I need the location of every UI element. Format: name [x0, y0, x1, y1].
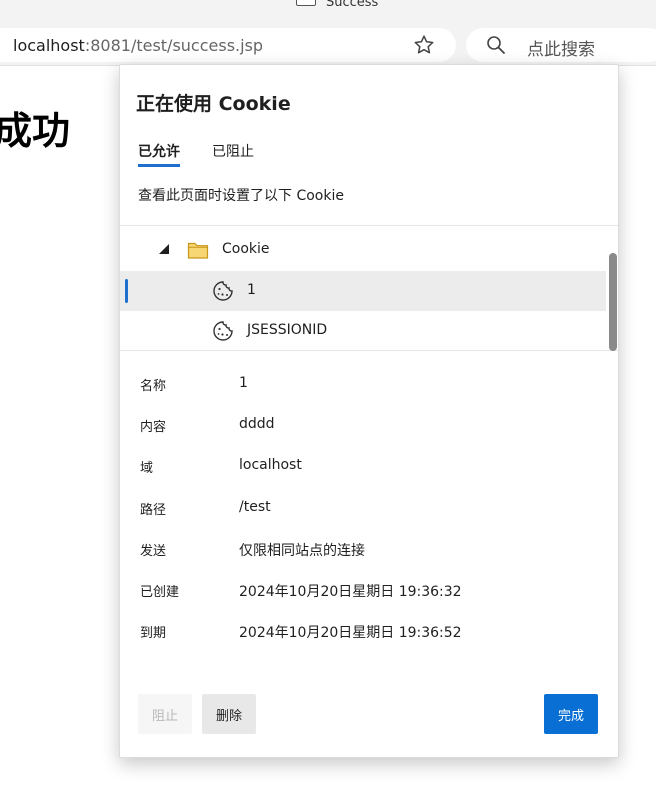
- tree-item-cookie-1[interactable]: 1: [120, 271, 606, 311]
- detail-value: 1: [239, 375, 248, 391]
- address-bar[interactable]: localhost:8081/test/success.jsp: [0, 28, 456, 62]
- detail-value: localhost: [239, 457, 302, 473]
- page-favicon-icon: [296, 0, 316, 6]
- tree-item-label: 1: [247, 282, 256, 298]
- url-host: localhost: [13, 36, 85, 55]
- delete-button[interactable]: 删除: [202, 694, 256, 734]
- detail-value: dddd: [239, 416, 275, 432]
- detail-row-created: 已创建 2024年10月20日星期日 19:36:32: [120, 581, 618, 605]
- detail-row-content: 内容 dddd: [120, 416, 618, 440]
- detail-value: 2024年10月20日星期日 19:36:52: [239, 625, 462, 641]
- detail-label: 路径: [140, 503, 167, 518]
- tab-blocked[interactable]: 已阻止: [212, 141, 254, 164]
- folder-icon: [187, 242, 209, 259]
- tree-item-label: JSESSIONID: [247, 322, 328, 338]
- detail-value: 2024年10月20日星期日 19:36:32: [239, 584, 462, 600]
- detail-label: 到期: [140, 626, 167, 641]
- cookie-tree: Cookie 1 JSESSIONID: [120, 225, 618, 351]
- selection-indicator: [125, 279, 128, 303]
- tree-folder-row[interactable]: Cookie: [120, 230, 606, 270]
- detail-label: 内容: [140, 420, 167, 435]
- detail-label: 发送: [140, 544, 167, 559]
- url-text[interactable]: localhost:8081/test/success.jsp: [13, 36, 263, 55]
- popup-title: 正在使用 Cookie: [136, 93, 291, 115]
- search-box[interactable]: 点此搜索: [466, 28, 656, 62]
- tab-allowed[interactable]: 已允许: [138, 141, 180, 167]
- search-placeholder: 点此搜索: [527, 40, 595, 60]
- detail-value: /test: [239, 499, 271, 515]
- cookie-popup: 正在使用 Cookie 已允许 已阻止 查看此页面时设置了以下 Cookie C…: [119, 64, 619, 758]
- tree-item-jsessionid[interactable]: JSESSIONID: [120, 311, 606, 351]
- browser-toolbar: localhost:8081/test/success.jsp 点此搜索: [0, 22, 656, 66]
- detail-row-name: 名称 1: [120, 375, 618, 399]
- detail-row-domain: 域 localhost: [120, 457, 618, 481]
- done-button[interactable]: 完成: [544, 694, 598, 734]
- detail-row-send-for: 发送 仅限相同站点的连接: [120, 540, 618, 564]
- detail-label: 名称: [140, 379, 167, 394]
- tree-folder-label: Cookie: [222, 241, 270, 257]
- cookie-icon: [213, 281, 233, 301]
- tree-scrollbar-thumb[interactable]: [609, 253, 617, 351]
- detail-label: 已创建: [140, 585, 180, 600]
- detail-value: 仅限相同站点的连接: [239, 543, 365, 559]
- detail-label: 域: [140, 461, 154, 476]
- tab-title: Success: [326, 0, 379, 10]
- detail-row-path: 路径 /test: [120, 499, 618, 523]
- triangle-down-icon[interactable]: [159, 244, 169, 254]
- star-icon[interactable]: [412, 33, 436, 57]
- page-heading: 成功: [0, 109, 71, 153]
- detail-row-expires: 到期 2024年10月20日星期日 19:36:52: [120, 622, 618, 646]
- block-button[interactable]: 阻止: [138, 694, 192, 734]
- popup-description: 查看此页面时设置了以下 Cookie: [138, 188, 344, 204]
- url-path: :8081/test/success.jsp: [84, 36, 264, 55]
- search-icon: [487, 36, 505, 54]
- window-titlebar: Success: [0, 0, 656, 22]
- cookie-icon: [213, 321, 233, 341]
